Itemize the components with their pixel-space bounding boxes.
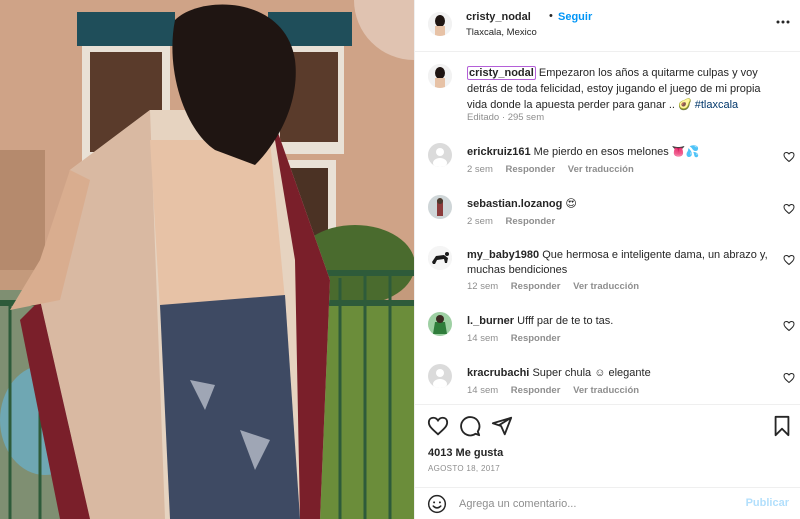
comment-meta: 2 sem Responder Ver traducción (467, 164, 644, 175)
comment-meta: 14 sem Responder Ver traducción (467, 385, 649, 396)
post-actions: 4013 Me gusta AGOSTO 18, 2017 Publicar (415, 404, 800, 519)
reply-button[interactable]: Responder (511, 333, 561, 344)
post-side-panel: cristy_nodal • Seguir Tlaxcala, Mexico c… (414, 0, 800, 519)
comment-username[interactable]: sebastian.lozanog (467, 198, 562, 210)
post-caption: cristy_nodal Empezaron los años a quitar… (467, 65, 767, 113)
post-location[interactable]: Tlaxcala, Mexico (466, 27, 537, 38)
comment-body: Me pierdo en esos melones 👅💦 (533, 146, 700, 158)
comment-like-icon[interactable] (783, 320, 795, 332)
comment-body: Super chula ☺ elegante (532, 367, 651, 379)
comment-username[interactable]: l._burner (467, 315, 514, 327)
commenter-avatar[interactable] (428, 195, 452, 219)
comment-username[interactable]: erickruiz161 (467, 146, 531, 158)
reply-button[interactable]: Responder (506, 216, 556, 227)
comment-icon[interactable] (459, 415, 481, 437)
post-photo[interactable] (0, 0, 414, 519)
add-comment-bar: Publicar (415, 487, 800, 519)
comment-text: my_baby1980 Que hermosa e inteligente da… (467, 248, 775, 278)
comment-body: Ufff par de te to tas. (517, 315, 614, 327)
comment-time[interactable]: 2 sem (467, 164, 493, 175)
comment-like-icon[interactable] (783, 254, 795, 266)
author-avatar[interactable] (428, 12, 452, 36)
caption-username[interactable]: cristy_nodal (467, 66, 536, 80)
comment-text: l._burner Ufff par de te to tas. (467, 314, 775, 329)
heart-icon[interactable] (427, 415, 449, 437)
author-username[interactable]: cristy_nodal (466, 11, 531, 23)
comment-text: erickruiz161 Me pierdo en esos melones 👅… (467, 145, 775, 160)
reply-button[interactable]: Responder (511, 281, 561, 292)
comment-input[interactable] (459, 495, 729, 513)
comment-text: sebastian.lozanog 😍 (467, 197, 775, 212)
publish-button[interactable]: Publicar (746, 497, 789, 509)
more-horizontal-icon[interactable] (775, 14, 791, 30)
translate-button[interactable]: Ver traducción (568, 164, 634, 175)
comment-like-icon[interactable] (783, 203, 795, 215)
commenter-avatar[interactable] (428, 246, 452, 270)
comment-meta: 14 sem Responder (467, 333, 570, 344)
caption-author-avatar[interactable] (428, 64, 452, 88)
comment-time[interactable]: 2 sem (467, 216, 493, 227)
translate-button[interactable]: Ver traducción (573, 385, 639, 396)
comment-like-icon[interactable] (783, 151, 795, 163)
instagram-post: cristy_nodal • Seguir Tlaxcala, Mexico c… (0, 0, 800, 519)
reply-button[interactable]: Responder (506, 164, 556, 175)
comment-meta: 12 sem Responder Ver traducción (467, 281, 649, 292)
comment-body: 😍 (565, 198, 577, 210)
comment-meta: 2 sem Responder (467, 216, 565, 227)
comment-time[interactable]: 12 sem (467, 281, 498, 292)
commenter-avatar[interactable] (428, 364, 452, 388)
post-date[interactable]: AGOSTO 18, 2017 (428, 464, 500, 473)
comment-time[interactable]: 14 sem (467, 333, 498, 344)
caption-meta: Editado · 295 sem (467, 112, 545, 123)
post-header: cristy_nodal • Seguir Tlaxcala, Mexico (415, 0, 800, 52)
likes-count[interactable]: 4013 Me gusta (428, 447, 503, 459)
commenter-avatar[interactable] (428, 143, 452, 167)
caption-time[interactable]: 295 sem (508, 112, 544, 123)
emoji-icon[interactable] (427, 494, 447, 514)
comment-username[interactable]: my_baby1980 (467, 249, 539, 261)
edited-label: Editado (467, 112, 500, 123)
commenter-avatar[interactable] (428, 312, 452, 336)
post-photo-illustration (0, 0, 414, 519)
comment-username[interactable]: kracrubachi (467, 367, 529, 379)
separator-dot: • (549, 10, 553, 22)
translate-button[interactable]: Ver traducción (573, 281, 639, 292)
comment-like-icon[interactable] (783, 372, 795, 384)
comment-time[interactable]: 14 sem (467, 385, 498, 396)
reply-button[interactable]: Responder (511, 385, 561, 396)
share-icon[interactable] (491, 415, 513, 437)
follow-button[interactable]: Seguir (558, 11, 592, 23)
caption-hashtag[interactable]: #tlaxcala (695, 99, 738, 111)
comment-text: kracrubachi Super chula ☺ elegante (467, 366, 775, 381)
bookmark-icon[interactable] (771, 415, 793, 437)
